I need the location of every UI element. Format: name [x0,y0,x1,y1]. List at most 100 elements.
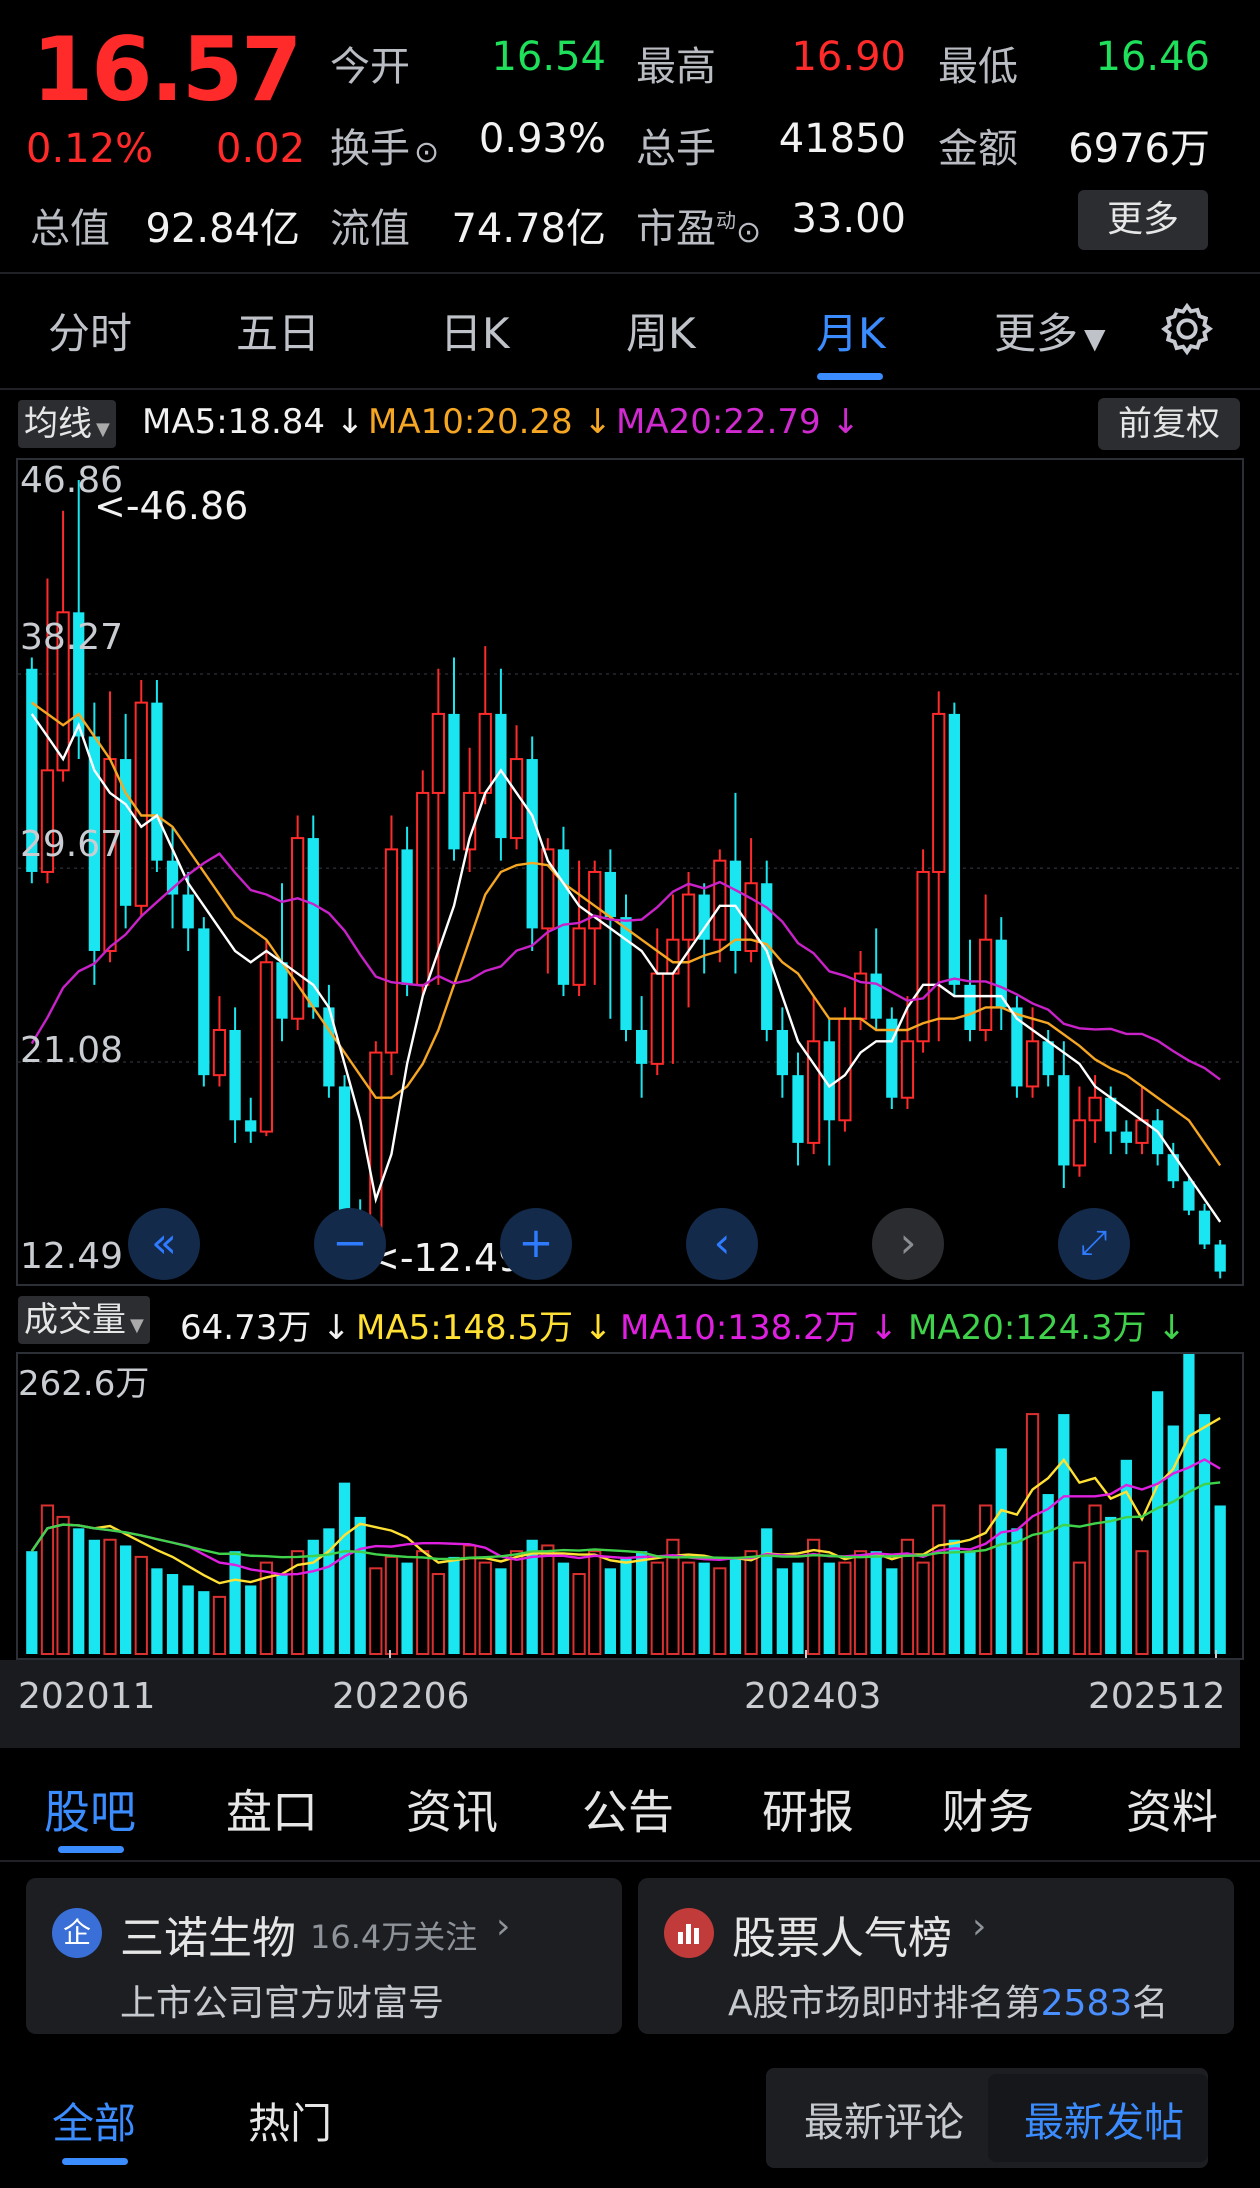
pe-value: 33.00 [791,196,906,242]
volume-bar [636,1551,648,1654]
company-account-card[interactable]: 企 三诺生物 16.4万关注 › 上市公司官方财富号 [26,1878,622,2034]
popularity-rank-card[interactable]: 股票人气榜 › A股市场即时排名第2583名 [638,1878,1234,2034]
volume-bar [495,1568,507,1654]
turnover-label[interactable]: 换手 ⊙ [330,116,439,174]
feed-tab-indicator [62,2158,128,2165]
zoom-in-button[interactable]: + [500,1208,572,1280]
volume-bar [276,1574,288,1654]
volume-y-max: 262.6万 [18,1364,150,1404]
chevron-right-icon: › [972,1906,987,1947]
volume-bar [1120,1459,1132,1654]
caret-down-icon: ▼ [1084,322,1106,355]
tab-orderbook[interactable]: 盘口 [226,1776,318,1842]
feed-tab-hot[interactable]: 热门 [248,2090,332,2151]
tab-financials[interactable]: 财务 [942,1776,1034,1842]
volume-bar [572,1573,586,1656]
rank-suffix: 名 [1132,1983,1169,2024]
max-price-marker: <-46.86 [94,484,249,528]
tab-monthly-k[interactable]: 月K [816,300,886,361]
tab-intraday[interactable]: 分时 [48,300,132,361]
amount-label: 金额 [938,126,1018,172]
volume-bar [416,1550,430,1655]
rank-subtitle: A股市场即时排名第2583名 [728,1974,1168,2026]
high-label: 最高 [636,44,716,90]
volume-bar [384,1555,399,1655]
settings-gear-icon[interactable] [1158,300,1216,358]
candle [307,815,319,1019]
x-axis-strip [0,1660,1240,1748]
feed-tab-all[interactable]: 全部 [52,2090,136,2151]
bar-chart-icon [664,1908,714,1958]
tab-more[interactable]: 更多 ▼ [994,300,1106,361]
volume-bar [1088,1504,1102,1655]
volume-bar [401,1562,413,1654]
pe-label[interactable]: 市盈动⊙ [636,196,761,254]
volume-bar [509,1550,524,1655]
candle [198,917,210,1087]
ma-indicator-dropdown[interactable]: 均线 ▼ [18,400,116,448]
tab-profile[interactable]: 资料 [1126,1776,1218,1842]
rank-card-title: 股票人气榜 [732,1913,952,1964]
volume-label: 总手 [636,126,716,172]
volume-bar [838,1561,852,1655]
tab-forum[interactable]: 股吧 [44,1776,136,1842]
volume-chart[interactable] [18,1354,1242,1658]
volume-bar [557,1562,570,1654]
tab-announcements[interactable]: 公告 [582,1776,674,1842]
y-tick-3: 29.67 [20,824,124,865]
chevron-right-icon: › [496,1906,511,1947]
volume-bar [792,1562,804,1654]
info-icon[interactable]: ⊙ [414,135,439,170]
candle [151,680,163,872]
ma20-readout: MA20:22.79 ↓ [616,402,860,442]
amount-value: 6976万 [1068,126,1210,172]
caret-down-icon: ▼ [130,1315,144,1336]
more-quote-button[interactable]: 更多 [1078,190,1208,250]
volume-bar [776,1568,788,1654]
candle [620,894,632,1042]
tab-news[interactable]: 资讯 [406,1776,498,1842]
volume-bar [995,1448,1007,1654]
kline-chart[interactable] [18,460,1242,1284]
volume-bar [1198,1414,1211,1654]
tab-weekly-k[interactable]: 周K [626,300,696,361]
candle [964,939,976,1042]
caret-down-icon: ▼ [96,419,110,440]
candle [995,917,1007,1030]
candle [776,1007,788,1098]
volume-bar [761,1528,773,1654]
candle [886,1007,898,1110]
candle [1120,1120,1132,1155]
candle [448,657,460,861]
candle [823,1018,835,1166]
high-value: 16.90 [791,34,906,80]
volume-bar [448,1556,460,1654]
candle [870,928,882,1030]
sort-latest-comment[interactable]: 最新评论 [804,2090,964,2148]
turnover-value: 0.93% [478,116,606,162]
fullscreen-button[interactable]: ⤢ [1058,1208,1130,1280]
candle [681,871,696,1008]
candle [1198,1203,1211,1250]
candle [948,702,960,997]
volume-bar [681,1561,696,1655]
adjust-mode-button[interactable]: 前复权 [1098,398,1240,450]
scroll-left-button[interactable]: ‹ [686,1208,758,1280]
volume-indicator-dropdown[interactable]: 成交量 ▼ [18,1296,150,1344]
zoom-out-button[interactable]: − [314,1208,386,1280]
tab-research[interactable]: 研报 [762,1776,854,1842]
tab-daily-k[interactable]: 日K [440,300,510,361]
tab-five-day[interactable]: 五日 [236,300,320,361]
change-amount: 0.02 [216,126,306,172]
pe-sup: 动 [716,208,736,233]
active-tab-indicator [817,373,883,380]
float-label: 流值 [330,206,410,252]
scroll-right-button[interactable]: › [872,1208,944,1280]
scroll-start-button[interactable]: « [128,1208,200,1280]
candle [401,826,413,997]
info-icon[interactable]: ⊙ [736,215,761,250]
sort-latest-post[interactable]: 最新发帖 [1024,2090,1184,2148]
volume-bar [1042,1494,1054,1654]
candle [120,713,132,929]
vol-ma10-line [30,1458,1221,1576]
